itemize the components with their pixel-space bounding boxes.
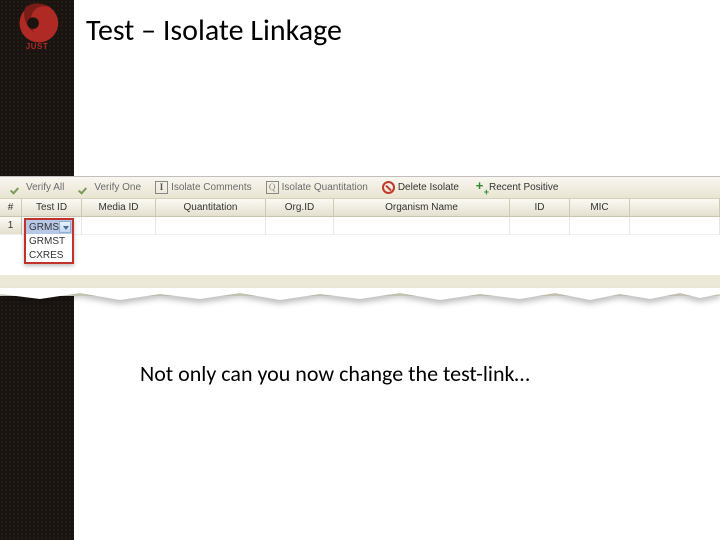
col-organism-name[interactable]: Organism Name <box>334 199 510 216</box>
col-org-id[interactable]: Org.ID <box>266 199 334 216</box>
test-id-dropdown[interactable]: GRMST GRMST CXRES <box>24 218 74 264</box>
slide-caption: Not only can you now change the test-lin… <box>140 360 530 387</box>
isolate-quant-button[interactable]: Q Isolate Quantitation <box>260 179 374 196</box>
verify-one-button[interactable]: Verify One <box>72 179 147 196</box>
col-quantitation[interactable]: Quantitation <box>156 199 266 216</box>
delete-isolate-label: Delete Isolate <box>398 182 459 193</box>
isolate-quant-label: Isolate Quantitation <box>282 182 368 193</box>
col-id[interactable]: ID <box>510 199 570 216</box>
col-num[interactable]: # <box>0 199 22 216</box>
brand-logo-text: JUST <box>0 42 74 51</box>
col-test-id[interactable]: Test ID <box>22 199 82 216</box>
test-id-option-list: GRMST CXRES <box>26 234 72 262</box>
org-id-cell[interactable] <box>266 217 334 235</box>
torn-edge-decoration <box>0 288 720 304</box>
recent-positive-label: Recent Positive <box>489 182 558 193</box>
grid-header-row: # Test ID Media ID Quantitation Org.ID O… <box>0 199 720 217</box>
verify-all-label: Verify All <box>26 182 64 193</box>
check-icon <box>10 181 23 194</box>
verify-one-label: Verify One <box>94 182 141 193</box>
q-icon: Q <box>266 181 279 194</box>
verify-all-button[interactable]: Verify All <box>4 179 70 196</box>
media-id-cell[interactable] <box>82 217 156 235</box>
mic-cell[interactable] <box>570 217 630 235</box>
recent-positive-button[interactable]: + Recent Positive <box>467 179 564 196</box>
chevron-down-icon[interactable] <box>59 221 71 233</box>
plus-icon: + <box>473 181 486 194</box>
slide-title: Test – Isolate Linkage <box>86 12 342 49</box>
col-tail <box>630 199 720 216</box>
id-cell[interactable] <box>510 217 570 235</box>
test-id-selected[interactable]: GRMST <box>26 220 72 234</box>
toolbar: Verify All Verify One I Isolate Comments… <box>0 177 720 199</box>
grid-body: 1 GRMST GRMST CXRES <box>0 217 720 275</box>
app-screenshot-panel: Verify All Verify One I Isolate Comments… <box>0 176 720 296</box>
quantitation-cell[interactable] <box>156 217 266 235</box>
isolate-comments-button[interactable]: I Isolate Comments <box>149 179 258 196</box>
check-icon <box>78 181 91 194</box>
col-mic[interactable]: MIC <box>570 199 630 216</box>
forbid-icon <box>382 181 395 194</box>
isolate-comments-label: Isolate Comments <box>171 182 252 193</box>
row-number[interactable]: 1 <box>0 217 22 235</box>
delete-isolate-button[interactable]: Delete Isolate <box>376 179 465 196</box>
organism-name-cell[interactable] <box>334 217 510 235</box>
table-row: 1 GRMST GRMST CXRES <box>0 217 720 235</box>
test-id-cell[interactable]: GRMST GRMST CXRES <box>22 217 82 235</box>
i-icon: I <box>155 181 168 194</box>
test-id-option[interactable]: GRMST <box>26 234 72 248</box>
test-id-option[interactable]: CXRES <box>26 248 72 262</box>
col-media-id[interactable]: Media ID <box>82 199 156 216</box>
tail-cell <box>630 217 720 235</box>
